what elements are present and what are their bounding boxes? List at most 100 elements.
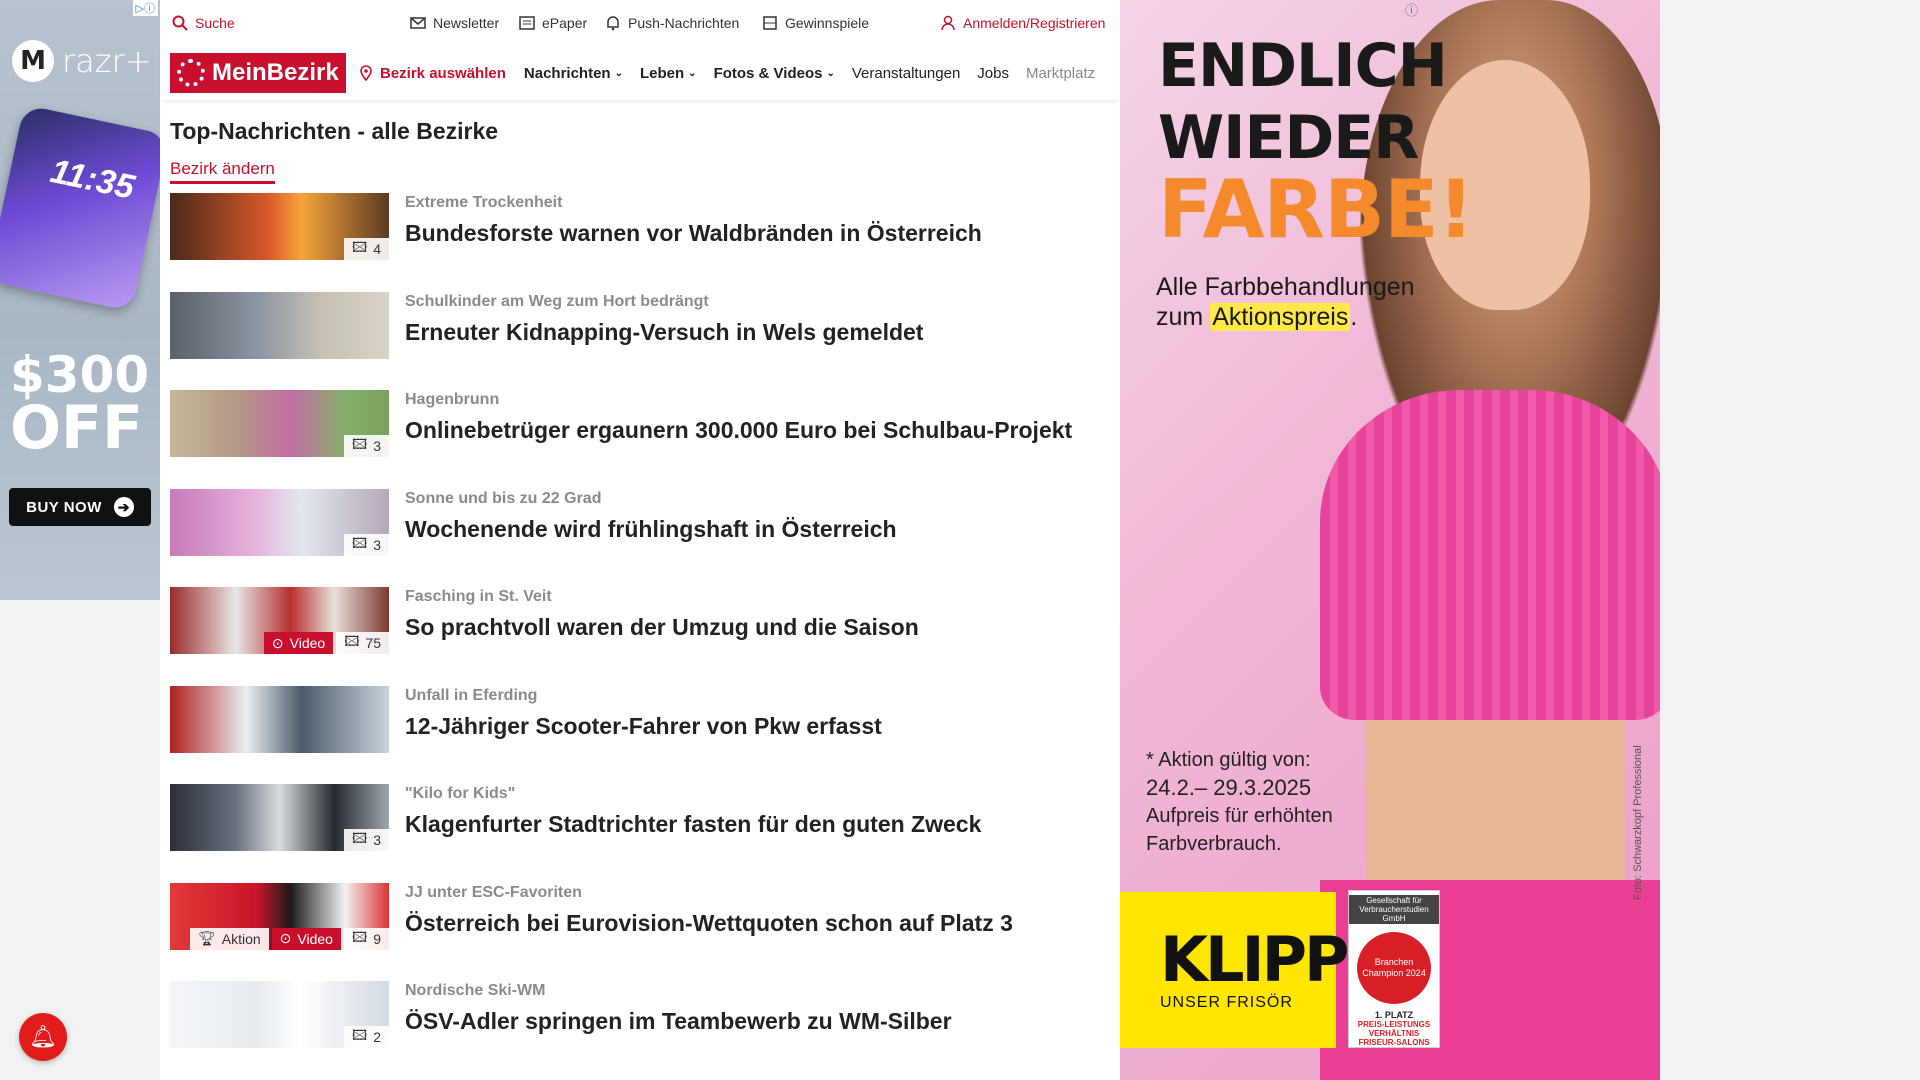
article-kicker: Hagenbrunn <box>405 391 500 408</box>
search-icon <box>172 15 188 31</box>
article-thumbnail[interactable] <box>170 291 389 359</box>
mail-icon <box>410 17 426 29</box>
model-midriff <box>1365 720 1625 880</box>
bezirk-change-link[interactable]: Bezirk ändern <box>170 159 275 184</box>
gewinnspiele-link[interactable]: Gewinnspiele <box>762 15 869 31</box>
play-circle-icon: ⊙ <box>271 634 284 651</box>
phone-clock: 11:35 <box>47 152 138 207</box>
article-thumbnail[interactable]: 🖾 3 <box>170 488 389 556</box>
article-headline[interactable]: So prachtvoll waren der Umzug und die Sa… <box>405 614 919 641</box>
article-thumbnail[interactable]: 🏆︎ Aktion ⊙ Video 🖾 9 <box>170 882 389 950</box>
seal-header: Gesellschaft für Verbraucherstudien GmbH <box>1349 895 1439 924</box>
promo-off: OFF <box>10 392 143 463</box>
nav-veranstaltungen[interactable]: Veranstaltungen <box>852 65 960 82</box>
nav-nachrichten[interactable]: Nachrichten ⌄ <box>524 65 623 82</box>
bell-icon: 🔔︎ <box>29 1024 57 1049</box>
article-headline[interactable]: Onlinebetrüger ergaunern 300.000 Euro be… <box>405 417 1072 444</box>
video-chip: ⊙ Video <box>271 927 341 950</box>
sun-logo-icon <box>177 59 205 87</box>
list-item[interactable]: 🖾 3 Sonne und bis zu 22 Grad Wochenende wi… <box>170 488 1110 588</box>
ad-subline-2: zum Aktionspreis. <box>1156 302 1415 332</box>
buy-now-label: BUY NOW <box>26 498 102 516</box>
list-item[interactable]: 🖾 3 "Kilo for Kids" Klagenfurter Stadtrich… <box>170 784 1110 883</box>
nav-marktplatz[interactable]: Marktplatz <box>1026 65 1095 82</box>
arrow-right-icon: ➔ <box>113 497 134 517</box>
award-seal: Gesellschaft für Verbraucherstudien GmbH… <box>1348 890 1440 1048</box>
ad-terms-4: Farbverbrauch. <box>1146 833 1282 855</box>
epaper-link[interactable]: ePaper <box>519 15 587 31</box>
newspaper-icon <box>519 16 535 30</box>
ad-brand-name: razr+ <box>62 42 152 80</box>
gallery-icon: 🖾 <box>351 1027 368 1043</box>
article-headline[interactable]: Erneuter Kidnapping-Versuch in Wels geme… <box>405 319 923 346</box>
bezirk-select-button[interactable]: Bezirk auswählen <box>358 65 506 82</box>
list-item[interactable]: 🏆︎ Aktion ⊙ Video 🖾 9 JJ unter ESC-Favorite… <box>170 882 1110 982</box>
newsletter-link[interactable]: Newsletter <box>410 15 499 31</box>
photo-count: 2 <box>373 1029 381 1045</box>
video-chip: ⊙ Video <box>263 632 334 654</box>
chevron-down-icon: ⌄ <box>614 67 623 79</box>
login-link[interactable]: Anmelden/Registrieren <box>940 15 1105 31</box>
article-headline[interactable]: 12-Jähriger Scooter-Fahrer von Pkw erfas… <box>405 713 882 740</box>
nav-jobs[interactable]: Jobs <box>977 65 1009 82</box>
nav-leben[interactable]: Leben ⌄ <box>640 65 697 82</box>
article-headline[interactable]: Wochenende wird frühlingshaft in Österre… <box>405 516 897 543</box>
article-thumbnail[interactable]: 🖾 4 <box>170 193 389 260</box>
photo-count-chip: 🖾 75 <box>336 632 389 654</box>
gallery-icon: 🖾 <box>351 239 368 255</box>
photo-count-chip: 🖾 2 <box>343 1026 389 1048</box>
ad-choices-icon[interactable]: ▷ⓘ <box>132 0 158 16</box>
ad-headline: ENDLICH WIEDER FARBE! <box>1158 30 1474 256</box>
push-link[interactable]: Push-Nachrichten <box>605 15 739 31</box>
article-thumbnail[interactable]: ⊙ Video 🖾 75 <box>170 587 389 654</box>
gift-icon <box>763 16 777 30</box>
list-item[interactable]: ⊙ Video 🖾 75 Fasching in St. Veit So pracht… <box>170 587 1110 686</box>
list-item[interactable]: Unfall in Eferding 12-Jähriger Scooter-Fa… <box>170 685 1110 785</box>
top-utility-bar: Suche Newsletter ePaper Push-Nachrichten… <box>160 0 1120 46</box>
ad-headline-line-1: ENDLICH <box>1158 31 1448 101</box>
chevron-down-icon: ⌄ <box>688 67 697 79</box>
article-headline[interactable]: Klagenfurter Stadtrichter fasten für den… <box>405 811 981 838</box>
nav-nachrichten-label: Nachrichten <box>523 64 611 82</box>
article-thumbnail[interactable] <box>170 685 389 753</box>
list-item[interactable]: 🖾 2 Nordische Ski-WM ÖSV-Adler springen im… <box>170 981 1110 1080</box>
gallery-icon: 🖾 <box>351 830 368 846</box>
klipp-logo: KLIPP UNSER FRISÖR <box>1120 892 1350 1048</box>
buy-now-button[interactable]: BUY NOW ➔ <box>9 488 151 526</box>
list-item[interactable]: Schulkinder am Weg zum Hort bedrängt Erne… <box>170 291 1110 391</box>
article-thumbnail[interactable]: 🖾 3 <box>170 390 389 457</box>
left-skyscraper-ad[interactable]: ▷ⓘ M razr+ 11:35 $300 OFF BUY NOW ➔ <box>0 0 160 600</box>
article-kicker: JJ unter ESC-Favoriten <box>405 883 582 901</box>
article-headline[interactable]: Österreich bei Eurovision-Wettquoten sch… <box>405 910 1013 937</box>
photo-count-chip: 🖾 3 <box>343 533 389 556</box>
notification-bell-button[interactable]: 🔔︎ <box>19 1013 67 1061</box>
seal-place: 1. PLATZ <box>1374 1010 1414 1020</box>
site-logo[interactable]: MeinBezirk <box>170 53 346 93</box>
photo-credit: Foto: Schwarzkopf Professional <box>1632 745 1644 900</box>
ad-headline-line-3: FARBE! <box>1158 163 1474 256</box>
article-kicker: Nordische Ski-WM <box>405 982 546 999</box>
right-skyscraper-ad[interactable]: ⓘ ENDLICH WIEDER FARBE! Alle Farbbehandl… <box>1120 0 1660 1080</box>
photo-count: 9 <box>373 930 381 947</box>
ad-info-icon[interactable]: ⓘ <box>1405 0 1418 19</box>
nav-fotos-videos[interactable]: Fotos & Videos ⌄ <box>714 65 835 82</box>
article-thumbnail[interactable]: 🖾 2 <box>170 981 389 1048</box>
article-thumbnail[interactable]: 🖾 3 <box>170 784 389 851</box>
article-headline[interactable]: ÖSV-Adler springen im Teambewerb zu WM-S… <box>405 1008 952 1035</box>
photo-count-chip: 🖾 4 <box>343 238 389 260</box>
article-headline[interactable]: Bundesforste warnen vor Waldbränden in Ö… <box>405 220 982 247</box>
epaper-label: ePaper <box>542 15 588 31</box>
list-item[interactable]: 🖾 3 Hagenbrunn Onlinebetrüger ergaunern 30… <box>170 390 1110 489</box>
photo-count: 4 <box>373 241 381 257</box>
video-label: Video <box>297 930 333 947</box>
photo-count: 3 <box>373 438 381 454</box>
ad-terms: * Aktion gültig von: 24.2.– 29.3.2025 Au… <box>1146 746 1333 858</box>
article-list: 🖾 4 Extreme Trockenheit Bundesforste warne… <box>170 193 1110 1080</box>
video-label: Video <box>289 635 326 651</box>
search-link[interactable]: Suche <box>172 15 235 31</box>
list-item[interactable]: 🖾 4 Extreme Trockenheit Bundesforste warne… <box>170 193 1110 292</box>
ad-subline: Alle Farbbehandlungen zum Aktionspreis. <box>1156 272 1415 332</box>
aktion-chip: 🏆︎ Aktion <box>189 927 269 950</box>
gallery-icon: 🖾 <box>344 633 360 649</box>
klipp-wordmark: KLIPP <box>1160 923 1350 996</box>
